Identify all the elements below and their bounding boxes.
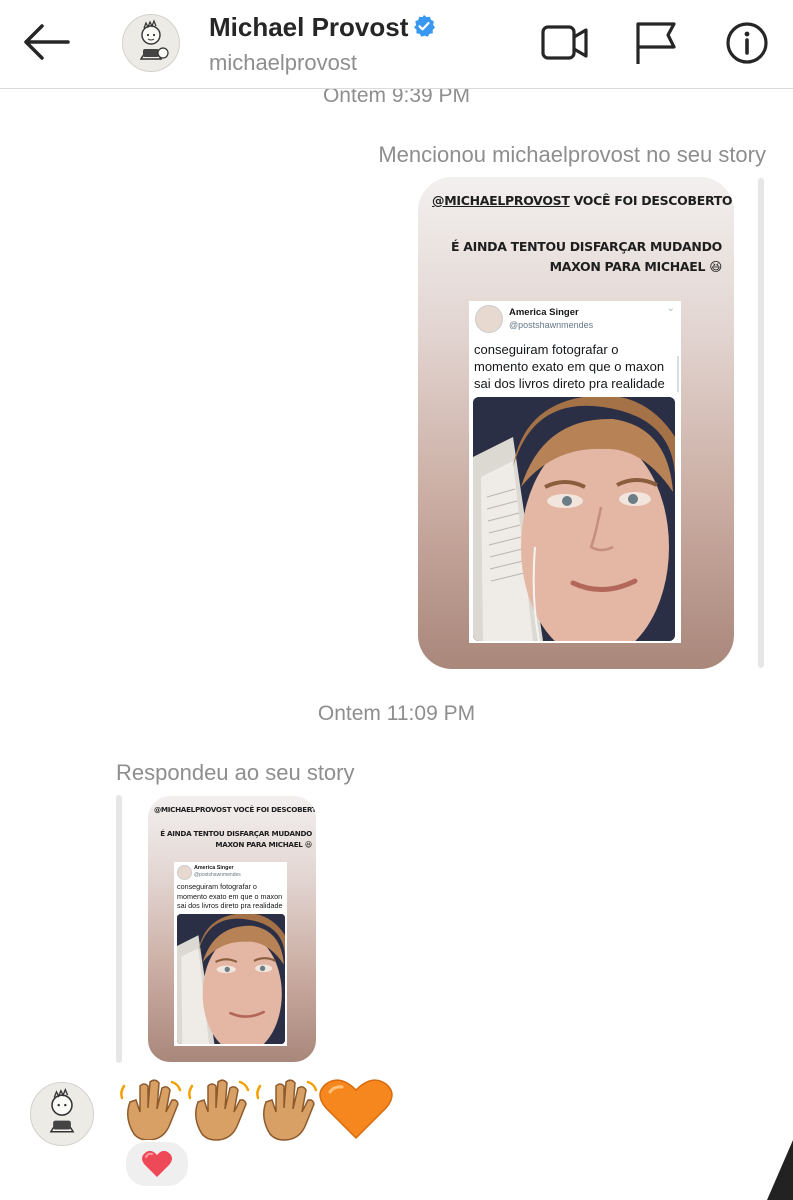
tweet-card: America Singer @postshawnmendes ⌄ conseg… (469, 301, 681, 643)
tweet-card: America Singer @postshawnmendes consegui… (174, 862, 287, 1046)
face-photo-icon (473, 397, 675, 641)
tweet-avatar (177, 865, 192, 880)
waving-hands-orange-heart-icon (120, 1079, 393, 1141)
tweet-text: conseguiram fotografar o momento exato e… (177, 882, 283, 911)
scrollbar (677, 356, 679, 392)
message-timestamp: Ontem 11:09 PM (317, 702, 476, 725)
emoji-message[interactable]: 👋👋👋🧡 (116, 1072, 396, 1144)
story-reply-card[interactable]: @MICHAELPROVOST VOCÊ FOI DESCOBERTO É AI… (148, 796, 316, 1062)
verified-badge-icon (414, 15, 435, 37)
conversation-header: Michael Provost michaelprovost (0, 0, 793, 89)
tweet-author-handle: @postshawnmendes (509, 320, 594, 330)
avatar[interactable] (122, 14, 180, 72)
tweet-text: conseguiram fotografar o momento exato e… (474, 342, 665, 391)
video-call-icon[interactable] (540, 20, 590, 66)
story-mention-text: @MICHAELPROVOST VOCÊ FOI DESCOBERTO (432, 193, 733, 208)
story-mention-card[interactable]: @MICHAELPROVOST VOCÊ FOI DESCOBERTO É AI… (418, 177, 734, 669)
info-icon[interactable] (722, 20, 772, 66)
story-mention-label: Mencionou michaelprovost no seu story (378, 142, 766, 167)
flag-icon[interactable] (632, 20, 682, 66)
red-heart-icon (142, 1150, 172, 1177)
tweet-author-handle: @postshawnmendes (194, 872, 241, 878)
chevron-down-icon: ⌄ (666, 303, 675, 314)
story-caption: É AINDA TENTOU DISFARÇAR MUDANDO MAXON P… (450, 239, 722, 274)
sender-avatar[interactable] (30, 1082, 94, 1146)
story-reply-label: Respondeu ao seu story (116, 760, 355, 785)
grinning-squint-emoji-icon: 😆 (304, 840, 313, 849)
avatar-cartoon-icon (49, 1087, 75, 1133)
story-caption: É AINDA TENTOU DISFARÇAR MUDANDO MAXON P… (160, 829, 313, 849)
conversation-username[interactable]: Michael Provost (209, 12, 408, 43)
face-photo-icon (177, 914, 285, 1044)
story-reply-bar (758, 178, 764, 668)
tweet-photo (473, 397, 675, 641)
avatar-cartoon-icon (139, 19, 169, 60)
heart-reaction[interactable]: ❤️ (124, 1140, 190, 1188)
screen-edge-shadow (767, 1140, 793, 1200)
tweet-avatar (475, 305, 503, 333)
tweet-photo (177, 914, 285, 1044)
story-mention-text: @MICHAELPROVOST VOCÊ FOI DESCOBERTO (154, 805, 316, 814)
conversation-handle: michaelprovost (209, 50, 357, 75)
tweet-author-name: America Singer (194, 865, 234, 871)
story-reply-bar (116, 795, 122, 1063)
back-arrow-icon[interactable] (20, 20, 72, 64)
tweet-author-name: America Singer (509, 307, 579, 318)
grinning-squint-emoji-icon: 😆 (709, 259, 722, 274)
